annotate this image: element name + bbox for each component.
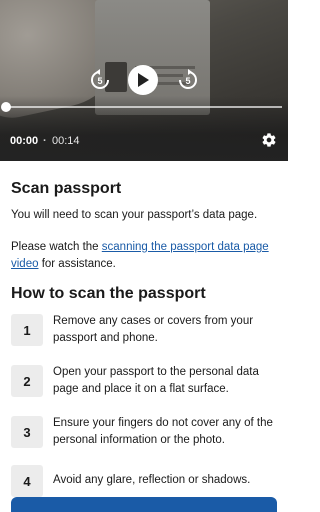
watch-prefix: Please watch the: [11, 241, 102, 253]
step-number: 2: [11, 365, 43, 397]
time-separator: ·: [43, 135, 47, 147]
play-button[interactable]: [128, 65, 158, 95]
play-icon: [138, 73, 149, 87]
how-to-title: How to scan the passport: [11, 285, 206, 302]
progress-knob[interactable]: [1, 102, 11, 112]
current-time: 00:00: [10, 135, 39, 147]
intro-text: You will need to scan your passport’s da…: [11, 209, 258, 221]
step-text: Remove any cases or covers from your pas…: [53, 315, 254, 344]
step-number: 1: [11, 314, 43, 346]
watch-suffix: for assistance.: [38, 258, 116, 270]
watch-video-text: Please watch the scanning the passport d…: [11, 239, 279, 273]
step-number: 3: [11, 416, 43, 448]
step-number: 4: [11, 465, 43, 497]
svg-text:5: 5: [185, 76, 190, 86]
step-item: 2 Open your passport to the personal dat…: [11, 365, 281, 398]
video-progress-bar[interactable]: [1, 102, 282, 112]
page-title: Scan passport: [11, 180, 122, 197]
gear-icon[interactable]: [261, 132, 277, 148]
primary-action-button[interactable]: [11, 497, 277, 512]
replay-5-icon[interactable]: 5: [88, 66, 112, 94]
forward-5-icon[interactable]: 5: [176, 66, 200, 94]
step-text: Ensure your fingers do not cover any of …: [53, 417, 273, 446]
step-text: Open your passport to the personal data …: [53, 366, 259, 395]
step-item: 3 Ensure your fingers do not cover any o…: [11, 416, 281, 449]
step-item: 4 Avoid any glare, reflection or shadows…: [11, 465, 281, 497]
duration: 00:14: [52, 135, 80, 147]
svg-text:5: 5: [97, 76, 102, 86]
step-item: 1 Remove any cases or covers from your p…: [11, 314, 281, 347]
step-text: Avoid any glare, reflection or shadows.: [53, 474, 251, 486]
